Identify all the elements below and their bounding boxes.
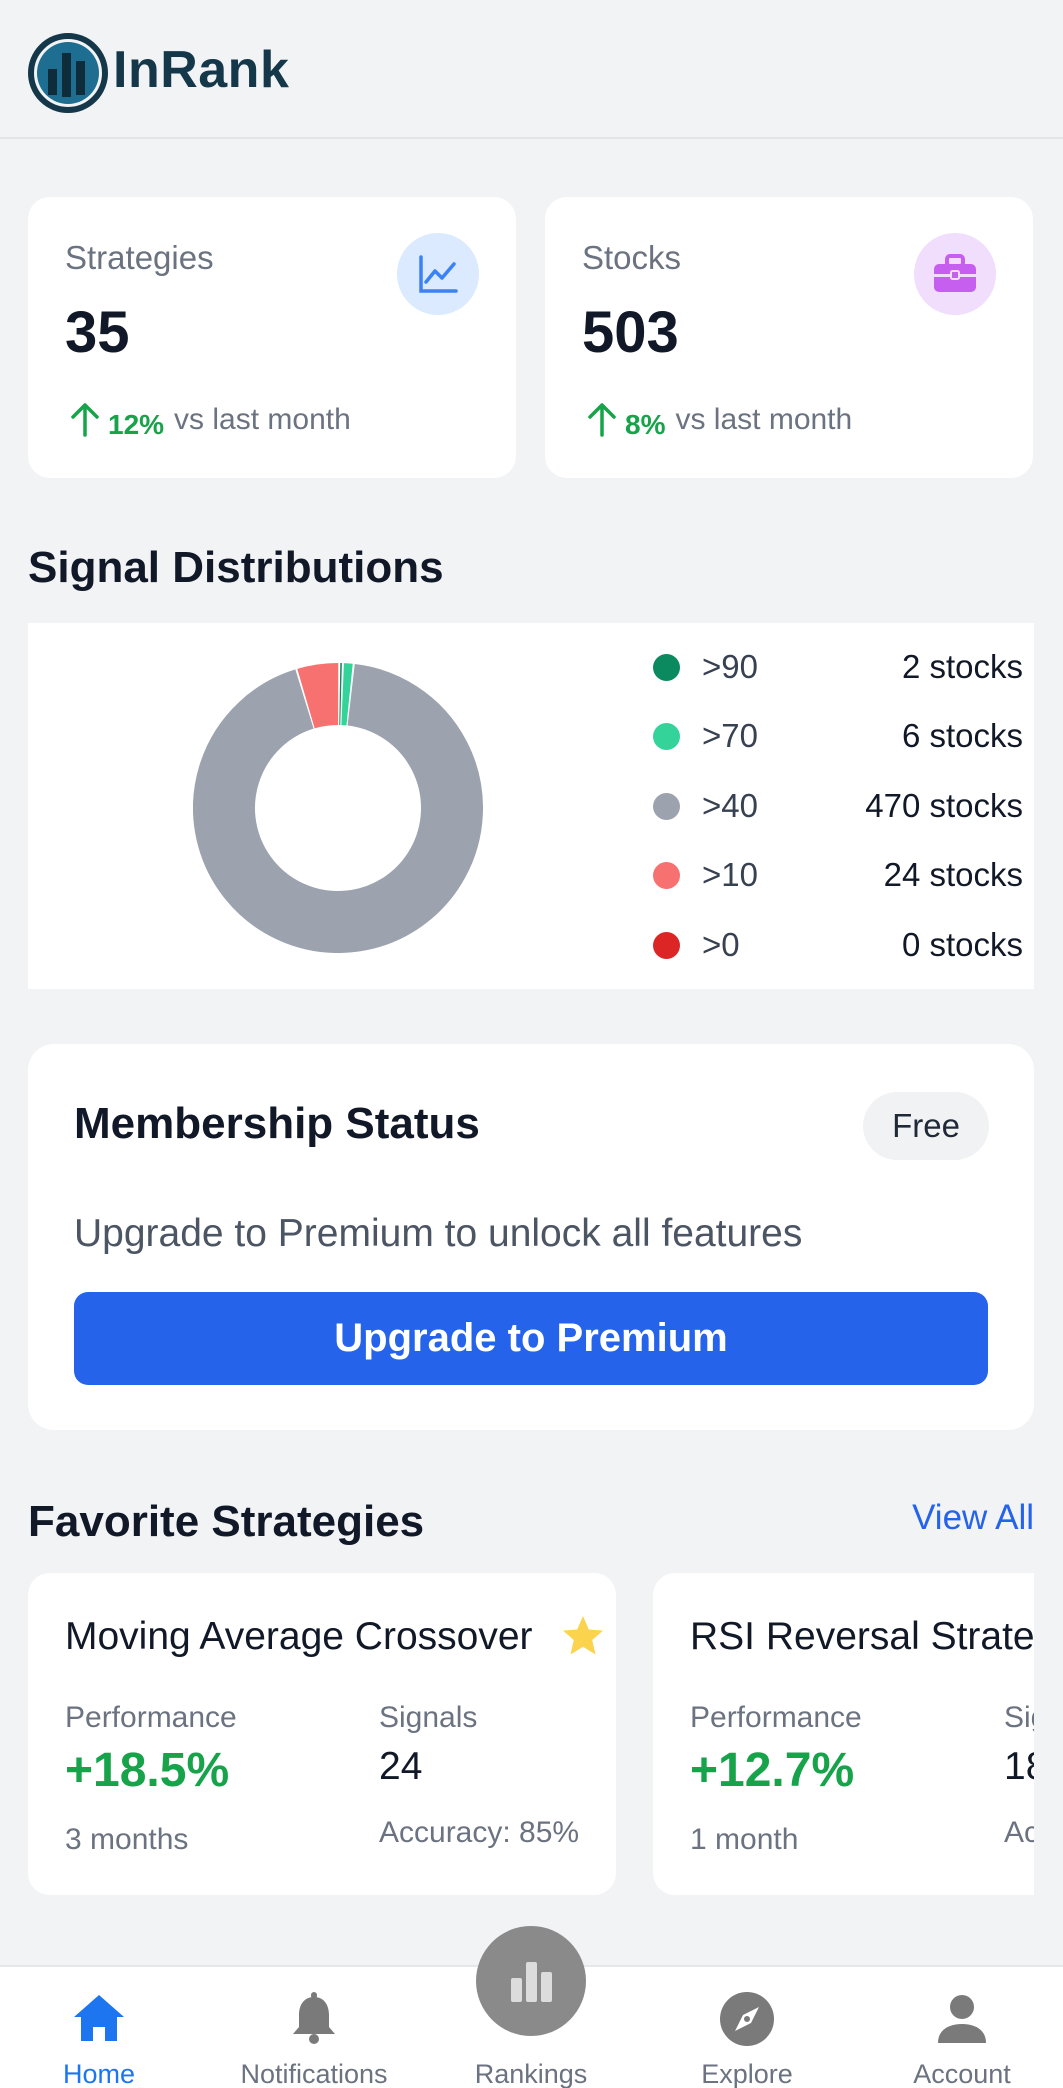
legend-dot: [653, 653, 680, 681]
strategies-stat-card[interactable]: Strategies 35 12% vs last month: [28, 197, 516, 478]
compass-icon: [720, 1992, 774, 2046]
nav-label: Notifications: [240, 2059, 388, 2088]
nav-item-notifications[interactable]: Notifications: [208, 1967, 420, 2088]
bell-icon: [293, 1992, 335, 2044]
strategy-card[interactable]: RSI Reversal Strate Performance +12.7% 1…: [653, 1573, 1034, 1895]
legend-count: 0 stocks: [901, 926, 1023, 963]
nav-label: Rankings: [474, 2059, 588, 2088]
legend-count: 470 stocks: [865, 787, 1023, 824]
stat-label: Stocks: [582, 239, 682, 276]
user-icon: [938, 1995, 986, 2043]
membership-title: Membership Status: [74, 1099, 480, 1148]
legend-count: 24 stocks: [883, 856, 1023, 893]
legend-label: >70: [702, 717, 758, 754]
favorite-strategies-title: Favorite Strategies: [28, 1497, 425, 1546]
strategy-name: Moving Average Crossover: [65, 1615, 533, 1658]
trend-text: vs last month: [675, 403, 853, 436]
signals-value: 24: [379, 1745, 423, 1788]
performance-value: +12.7%: [690, 1744, 855, 1797]
legend-dot: [653, 931, 680, 959]
nav-item-explore[interactable]: Explore: [641, 1967, 853, 2088]
stocks-stat-card[interactable]: Stocks 503 8% vs last month: [545, 197, 1033, 478]
nav-label: Explore: [701, 2059, 793, 2088]
legend-row-40: >40 470 stocks: [653, 784, 1023, 828]
performance-value: +18.5%: [65, 1744, 230, 1797]
nav-item-account[interactable]: Account: [856, 1967, 1063, 2088]
app-logo: [28, 33, 108, 113]
signal-donut-chart: [193, 663, 483, 953]
app-name: InRank: [113, 41, 290, 99]
rankings-fab-button[interactable]: [476, 1926, 586, 2036]
signal-distribution-title: Signal Distributions: [28, 543, 444, 592]
nav-label: Home: [62, 2059, 136, 2088]
membership-badge: Free: [863, 1092, 989, 1160]
accuracy-text: Ac: [1004, 1816, 1034, 1849]
arrow-up-icon: [588, 403, 616, 437]
membership-card: Membership Status Free Upgrade to Premiu…: [28, 1044, 1034, 1430]
legend-row-70: >70 6 stocks: [653, 714, 1023, 758]
stat-value: 35: [65, 300, 130, 365]
legend-label: >90: [702, 648, 758, 685]
legend-dot: [653, 722, 680, 750]
bar-chart-icon: [511, 1962, 552, 2002]
donut-slice: [297, 663, 340, 729]
legend-label: >10: [702, 856, 758, 893]
signals-value: 18: [1004, 1745, 1034, 1788]
arrow-up-icon: [71, 403, 99, 437]
performance-label: Performance: [65, 1701, 237, 1734]
trend-percent: 12%: [108, 409, 165, 440]
legend-count: 2 stocks: [901, 648, 1023, 685]
briefcase-icon: [914, 233, 996, 315]
legend-row-90: >90 2 stocks: [653, 645, 1023, 689]
accuracy-text: Accuracy: 85%: [379, 1816, 580, 1849]
trend-text: vs last month: [174, 403, 351, 436]
strategy-card[interactable]: Moving Average Crossover Performance +18…: [28, 1573, 616, 1895]
home-icon: [74, 1995, 124, 2041]
signal-distribution-card: >90 2 stocks >70 6 stocks >40 470 stocks…: [28, 623, 1034, 989]
signals-label: Sig: [1004, 1701, 1034, 1734]
performance-label: Performance: [690, 1701, 862, 1734]
signals-label: Signals: [379, 1701, 478, 1734]
strategy-name: RSI Reversal Strate: [690, 1615, 1034, 1658]
trend-percent: 8%: [625, 409, 666, 440]
nav-label: Account: [913, 2059, 1011, 2088]
legend-dot: [653, 792, 680, 820]
performance-period: 1 month: [690, 1823, 799, 1856]
legend-row-0: >0 0 stocks: [653, 923, 1023, 967]
legend-row-10: >10 24 stocks: [653, 853, 1023, 897]
view-all-link[interactable]: View All: [912, 1498, 1034, 1538]
stat-trend: 8% vs last month: [585, 401, 853, 440]
legend-dot: [653, 861, 680, 889]
stat-trend: 12% vs last month: [68, 401, 351, 440]
performance-period: 3 months: [65, 1823, 189, 1856]
app-header: InRank: [0, 0, 1063, 139]
chart-line-icon: [397, 233, 479, 315]
legend-count: 6 stocks: [901, 717, 1023, 754]
stat-value: 503: [582, 300, 679, 365]
nav-item-home[interactable]: Home: [0, 1967, 205, 2088]
membership-text: Upgrade to Premium to unlock all feature…: [74, 1212, 803, 1255]
legend-label: >0: [702, 926, 740, 963]
stat-label: Strategies: [65, 239, 214, 276]
star-icon[interactable]: [560, 1613, 606, 1659]
upgrade-button[interactable]: Upgrade to Premium: [74, 1292, 988, 1385]
donut-slice: [193, 663, 483, 953]
legend-label: >40: [702, 787, 758, 824]
